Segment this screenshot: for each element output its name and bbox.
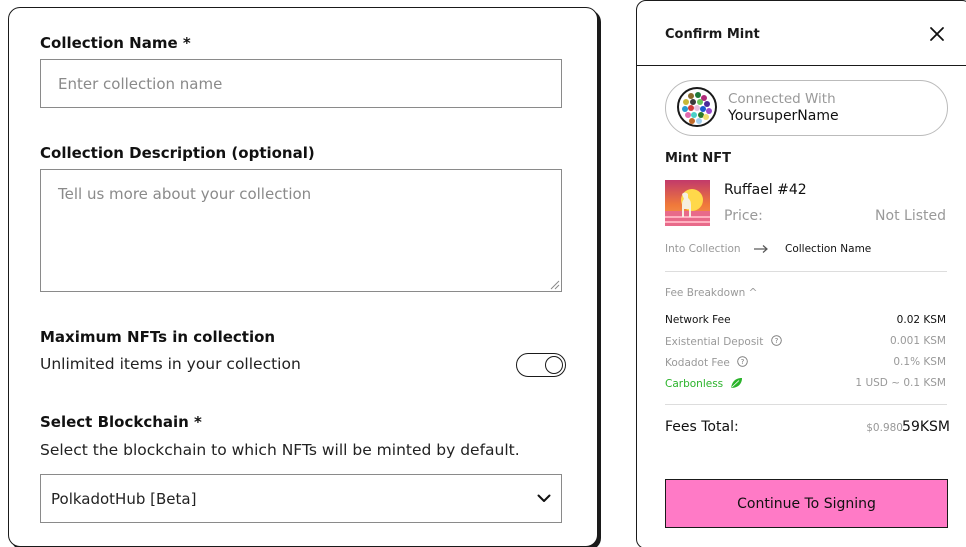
collection-description-label: Collection Description (optional) bbox=[40, 144, 315, 162]
carbonless-row: Carbonless bbox=[665, 377, 743, 390]
collection-description-textarea[interactable] bbox=[40, 169, 562, 292]
fees-divider bbox=[665, 404, 947, 405]
connected-with-label: Connected With bbox=[728, 91, 836, 107]
collection-divider bbox=[665, 271, 947, 272]
mint-nft-heading: Mint NFT bbox=[665, 151, 732, 166]
close-icon[interactable] bbox=[929, 26, 945, 42]
kodadot-fee-label: Kodadot Fee bbox=[665, 357, 730, 369]
network-fee-value: 0.02 KSM bbox=[896, 314, 946, 326]
fees-total-usd: $0.980 bbox=[866, 422, 903, 434]
kodadot-fee-value: 0.1% KSM bbox=[893, 356, 946, 368]
carbonless-value: 1 USD ~ 0.1 KSM bbox=[855, 377, 946, 389]
toggle-knob bbox=[545, 355, 563, 374]
modal-title: Confirm Mint bbox=[665, 27, 760, 42]
fee-breakdown-toggle[interactable]: Fee Breakdown ^ bbox=[665, 287, 757, 299]
arrow-right-icon bbox=[754, 245, 768, 253]
resize-grip-icon[interactable] bbox=[550, 280, 560, 290]
svg-text:?: ? bbox=[741, 358, 745, 366]
carbonless-label: Carbonless bbox=[665, 378, 724, 390]
nft-thumbnail bbox=[665, 180, 710, 226]
modal-header-divider bbox=[637, 65, 966, 66]
leaf-icon bbox=[730, 378, 742, 388]
collection-name-label: Collection Name * bbox=[40, 34, 191, 52]
connected-wallet-pill: Connected With YoursuperName bbox=[665, 80, 948, 136]
nft-name: Ruffael #42 bbox=[724, 182, 807, 198]
blockchain-description: Select the blockchain to which NFTs will… bbox=[40, 441, 520, 459]
network-fee-label: Network Fee bbox=[665, 314, 731, 326]
price-label: Price: bbox=[724, 208, 763, 224]
fees-total-label: Fees Total: bbox=[665, 419, 739, 435]
existential-deposit-label: Existential Deposit bbox=[665, 336, 764, 348]
question-circle-icon[interactable]: ? bbox=[737, 356, 748, 367]
blockchain-select[interactable]: PolkadotHub [Beta] bbox=[40, 474, 562, 523]
existential-deposit-value: 0.001 KSM bbox=[889, 335, 946, 347]
chevron-down-icon bbox=[537, 494, 551, 502]
collection-target-name: Collection Name bbox=[785, 243, 872, 255]
unlimited-items-toggle[interactable] bbox=[516, 353, 566, 377]
question-circle-icon[interactable]: ? bbox=[770, 335, 782, 346]
wallet-name: YoursuperName bbox=[728, 108, 839, 124]
confirm-mint-modal: Confirm Mint Connected With YoursuperNam… bbox=[636, 0, 966, 547]
blockchain-label: Select Blockchain * bbox=[40, 413, 202, 431]
fees-total-ksm: 59KSM bbox=[902, 419, 950, 435]
svg-text:?: ? bbox=[774, 337, 778, 345]
max-nfts-description: Unlimited items in your collection bbox=[40, 355, 301, 373]
max-nfts-label: Maximum NFTs in collection bbox=[40, 328, 276, 346]
wallet-avatar bbox=[677, 87, 717, 127]
price-value: Not Listed bbox=[875, 208, 946, 224]
kodadot-fee-row: Kodadot Fee ? bbox=[665, 356, 748, 369]
collection-name-input[interactable] bbox=[40, 59, 562, 108]
create-collection-form: Collection Name * Collection Description… bbox=[8, 7, 598, 547]
into-collection-label: Into Collection bbox=[665, 243, 741, 255]
blockchain-selected-value: PolkadotHub [Beta] bbox=[51, 489, 197, 508]
existential-deposit-row: Existential Deposit ? bbox=[665, 335, 782, 348]
continue-to-signing-button[interactable]: Continue To Signing bbox=[665, 479, 948, 528]
